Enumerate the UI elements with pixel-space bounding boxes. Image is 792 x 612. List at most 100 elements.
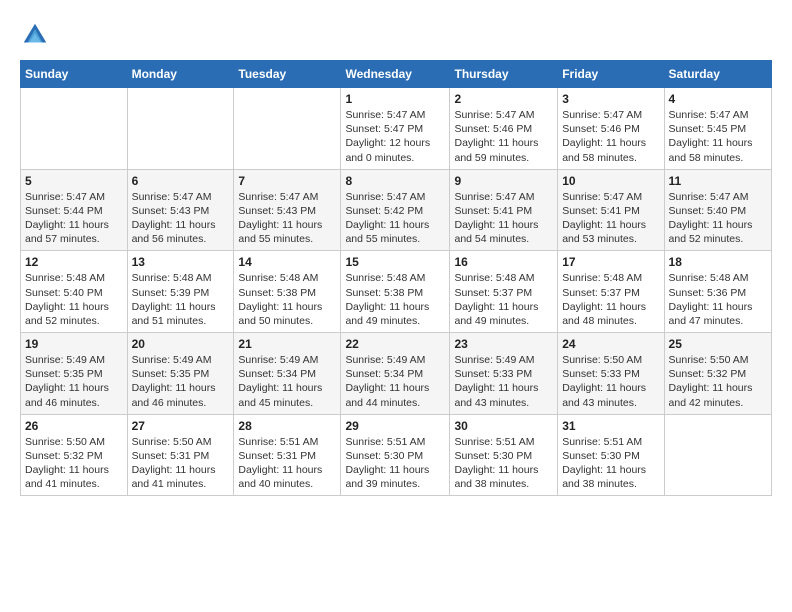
- day-number: 25: [669, 337, 767, 351]
- day-info: Sunrise: 5:49 AM Sunset: 5:34 PM Dayligh…: [345, 353, 445, 410]
- day-number: 16: [454, 255, 553, 269]
- day-info: Sunrise: 5:49 AM Sunset: 5:35 PM Dayligh…: [25, 353, 123, 410]
- calendar-cell: 10 Sunrise: 5:47 AM Sunset: 5:41 PM Dayli…: [558, 169, 664, 251]
- calendar-cell: 6 Sunrise: 5:47 AM Sunset: 5:43 PM Daylig…: [127, 169, 234, 251]
- day-info: Sunrise: 5:47 AM Sunset: 5:45 PM Dayligh…: [669, 108, 767, 165]
- calendar-cell: 21 Sunrise: 5:49 AM Sunset: 5:34 PM Dayli…: [234, 333, 341, 415]
- calendar-cell: [127, 88, 234, 170]
- day-info: Sunrise: 5:47 AM Sunset: 5:47 PM Dayligh…: [345, 108, 445, 165]
- day-info: Sunrise: 5:51 AM Sunset: 5:31 PM Dayligh…: [238, 435, 336, 492]
- day-number: 28: [238, 419, 336, 433]
- calendar-cell: 8 Sunrise: 5:47 AM Sunset: 5:42 PM Daylig…: [341, 169, 450, 251]
- calendar-cell: 11Sunrise: 5:47 AM Sunset: 5:40 PM Dayli…: [664, 169, 771, 251]
- calendar-week-row: 12Sunrise: 5:48 AM Sunset: 5:40 PM Dayli…: [21, 251, 772, 333]
- day-number: 22: [345, 337, 445, 351]
- calendar-cell: 22 Sunrise: 5:49 AM Sunset: 5:34 PM Dayli…: [341, 333, 450, 415]
- weekday-header-wednesday: Wednesday: [341, 61, 450, 88]
- calendar-header-row: SundayMondayTuesdayWednesdayThursdayFrid…: [21, 61, 772, 88]
- calendar-cell: 9 Sunrise: 5:47 AM Sunset: 5:41 PM Daylig…: [450, 169, 558, 251]
- day-number: 17: [562, 255, 659, 269]
- day-info: Sunrise: 5:51 AM Sunset: 5:30 PM Dayligh…: [562, 435, 659, 492]
- calendar-week-row: 5Sunrise: 5:47 AM Sunset: 5:44 PM Daylig…: [21, 169, 772, 251]
- calendar-cell: 24 Sunrise: 5:50 AM Sunset: 5:33 PM Dayli…: [558, 333, 664, 415]
- day-number: 27: [132, 419, 230, 433]
- weekday-header-friday: Friday: [558, 61, 664, 88]
- calendar-cell: [664, 414, 771, 496]
- day-number: 4: [669, 92, 767, 106]
- day-number: 1: [345, 92, 445, 106]
- calendar-cell: 15 Sunrise: 5:48 AM Sunset: 5:38 PM Dayli…: [341, 251, 450, 333]
- weekday-header-thursday: Thursday: [450, 61, 558, 88]
- day-info: Sunrise: 5:48 AM Sunset: 5:38 PM Dayligh…: [238, 271, 336, 328]
- day-info: Sunrise: 5:48 AM Sunset: 5:37 PM Dayligh…: [454, 271, 553, 328]
- day-number: 2: [454, 92, 553, 106]
- calendar-cell: 27Sunrise: 5:50 AM Sunset: 5:31 PM Dayli…: [127, 414, 234, 496]
- calendar-cell: 16 Sunrise: 5:48 AM Sunset: 5:37 PM Dayli…: [450, 251, 558, 333]
- calendar-cell: [21, 88, 128, 170]
- calendar-cell: 25 Sunrise: 5:50 AM Sunset: 5:32 PM Dayli…: [664, 333, 771, 415]
- calendar-cell: 28 Sunrise: 5:51 AM Sunset: 5:31 PM Dayli…: [234, 414, 341, 496]
- day-info: Sunrise: 5:48 AM Sunset: 5:36 PM Dayligh…: [669, 271, 767, 328]
- day-number: 19: [25, 337, 123, 351]
- day-info: Sunrise: 5:47 AM Sunset: 5:43 PM Dayligh…: [132, 190, 230, 247]
- calendar-cell: 4 Sunrise: 5:47 AM Sunset: 5:45 PM Daylig…: [664, 88, 771, 170]
- day-number: 8: [345, 174, 445, 188]
- calendar-cell: 13 Sunrise: 5:48 AM Sunset: 5:39 PM Dayli…: [127, 251, 234, 333]
- calendar-cell: 30Sunrise: 5:51 AM Sunset: 5:30 PM Dayli…: [450, 414, 558, 496]
- day-number: 24: [562, 337, 659, 351]
- calendar-cell: 5Sunrise: 5:47 AM Sunset: 5:44 PM Daylig…: [21, 169, 128, 251]
- day-number: 18: [669, 255, 767, 269]
- calendar-cell: 12Sunrise: 5:48 AM Sunset: 5:40 PM Dayli…: [21, 251, 128, 333]
- day-info: Sunrise: 5:49 AM Sunset: 5:35 PM Dayligh…: [132, 353, 230, 410]
- day-info: Sunrise: 5:48 AM Sunset: 5:38 PM Dayligh…: [345, 271, 445, 328]
- day-number: 29: [345, 419, 445, 433]
- day-number: 31: [562, 419, 659, 433]
- day-info: Sunrise: 5:51 AM Sunset: 5:30 PM Dayligh…: [454, 435, 553, 492]
- calendar-cell: 17 Sunrise: 5:48 AM Sunset: 5:37 PM Dayli…: [558, 251, 664, 333]
- day-info: Sunrise: 5:47 AM Sunset: 5:42 PM Dayligh…: [345, 190, 445, 247]
- day-number: 13: [132, 255, 230, 269]
- day-number: 9: [454, 174, 553, 188]
- day-info: Sunrise: 5:47 AM Sunset: 5:46 PM Dayligh…: [454, 108, 553, 165]
- day-info: Sunrise: 5:50 AM Sunset: 5:33 PM Dayligh…: [562, 353, 659, 410]
- day-number: 6: [132, 174, 230, 188]
- day-info: Sunrise: 5:49 AM Sunset: 5:33 PM Dayligh…: [454, 353, 553, 410]
- day-number: 23: [454, 337, 553, 351]
- day-number: 10: [562, 174, 659, 188]
- logo-icon: [20, 20, 50, 50]
- weekday-header-saturday: Saturday: [664, 61, 771, 88]
- day-info: Sunrise: 5:48 AM Sunset: 5:37 PM Dayligh…: [562, 271, 659, 328]
- calendar-cell: 1 Sunrise: 5:47 AM Sunset: 5:47 PM Daylig…: [341, 88, 450, 170]
- calendar-cell: 2 Sunrise: 5:47 AM Sunset: 5:46 PM Daylig…: [450, 88, 558, 170]
- calendar-week-row: 19 Sunrise: 5:49 AM Sunset: 5:35 PM Dayli…: [21, 333, 772, 415]
- calendar-cell: [234, 88, 341, 170]
- calendar-cell: 31 Sunrise: 5:51 AM Sunset: 5:30 PM Dayli…: [558, 414, 664, 496]
- day-number: 14: [238, 255, 336, 269]
- day-info: Sunrise: 5:50 AM Sunset: 5:32 PM Dayligh…: [25, 435, 123, 492]
- day-info: Sunrise: 5:50 AM Sunset: 5:32 PM Dayligh…: [669, 353, 767, 410]
- day-number: 20: [132, 337, 230, 351]
- logo: [20, 20, 55, 50]
- calendar-cell: 23 Sunrise: 5:49 AM Sunset: 5:33 PM Dayli…: [450, 333, 558, 415]
- day-info: Sunrise: 5:47 AM Sunset: 5:41 PM Dayligh…: [562, 190, 659, 247]
- weekday-header-tuesday: Tuesday: [234, 61, 341, 88]
- day-info: Sunrise: 5:47 AM Sunset: 5:44 PM Dayligh…: [25, 190, 123, 247]
- day-number: 26: [25, 419, 123, 433]
- calendar-cell: 29Sunrise: 5:51 AM Sunset: 5:30 PM Dayli…: [341, 414, 450, 496]
- calendar-cell: 14 Sunrise: 5:48 AM Sunset: 5:38 PM Dayli…: [234, 251, 341, 333]
- day-info: Sunrise: 5:47 AM Sunset: 5:43 PM Dayligh…: [238, 190, 336, 247]
- calendar-cell: 3Sunrise: 5:47 AM Sunset: 5:46 PM Daylig…: [558, 88, 664, 170]
- day-info: Sunrise: 5:47 AM Sunset: 5:46 PM Dayligh…: [562, 108, 659, 165]
- day-number: 7: [238, 174, 336, 188]
- day-number: 21: [238, 337, 336, 351]
- weekday-header-sunday: Sunday: [21, 61, 128, 88]
- day-info: Sunrise: 5:48 AM Sunset: 5:39 PM Dayligh…: [132, 271, 230, 328]
- calendar-week-row: 1 Sunrise: 5:47 AM Sunset: 5:47 PM Daylig…: [21, 88, 772, 170]
- calendar-cell: 19 Sunrise: 5:49 AM Sunset: 5:35 PM Dayli…: [21, 333, 128, 415]
- day-number: 15: [345, 255, 445, 269]
- calendar-week-row: 26 Sunrise: 5:50 AM Sunset: 5:32 PM Dayli…: [21, 414, 772, 496]
- calendar-cell: 7 Sunrise: 5:47 AM Sunset: 5:43 PM Daylig…: [234, 169, 341, 251]
- day-info: Sunrise: 5:49 AM Sunset: 5:34 PM Dayligh…: [238, 353, 336, 410]
- calendar-cell: 26 Sunrise: 5:50 AM Sunset: 5:32 PM Dayli…: [21, 414, 128, 496]
- day-info: Sunrise: 5:47 AM Sunset: 5:41 PM Dayligh…: [454, 190, 553, 247]
